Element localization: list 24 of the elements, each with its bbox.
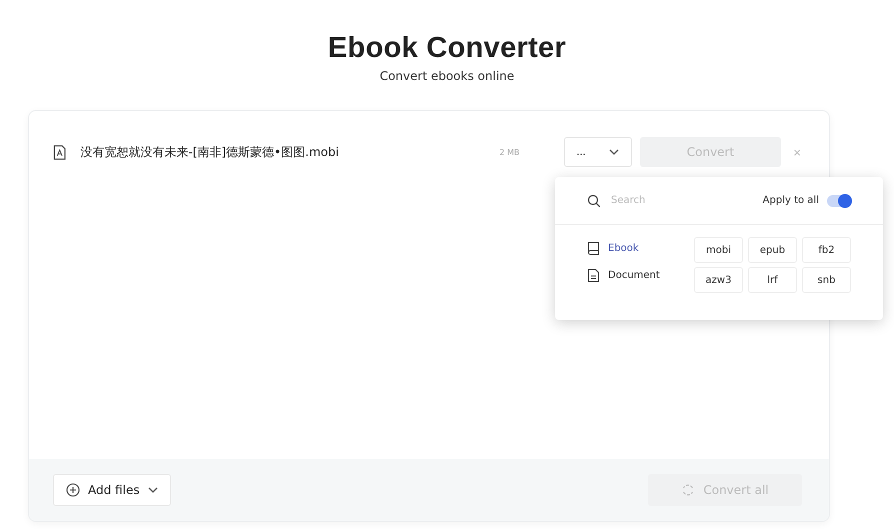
refresh-icon	[681, 483, 696, 497]
format-option[interactable]: azw3	[694, 267, 743, 293]
file-name: 没有宽恕就没有未来-[南非]德斯蒙德•图图.mobi	[80, 144, 340, 160]
apply-to-all-label: Apply to all	[762, 195, 819, 206]
book-icon	[587, 241, 600, 256]
page-subtitle: Convert ebooks online	[380, 69, 514, 83]
document-icon	[53, 144, 66, 160]
category-item[interactable]: Ebook	[587, 241, 694, 256]
plus-circle-icon	[66, 483, 80, 497]
chevron-down-icon	[608, 149, 619, 155]
file-size: 2 MB	[498, 148, 520, 156]
chevron-down-icon	[148, 487, 158, 493]
apply-to-all-toggle[interactable]	[827, 194, 851, 206]
format-option[interactable]: mobi	[694, 237, 743, 263]
page-title: Ebook Converter	[328, 32, 566, 65]
format-option[interactable]: fb2	[802, 237, 851, 263]
category-item[interactable]: Document	[587, 268, 694, 283]
format-option[interactable]: lrf	[748, 267, 797, 293]
document-icon	[587, 268, 600, 283]
format-option[interactable]: epub	[748, 237, 797, 263]
format-dropdown[interactable]: ...	[564, 137, 632, 167]
search-icon	[587, 194, 601, 208]
format-option[interactable]: snb	[802, 267, 851, 293]
add-files-button[interactable]: Add files	[53, 474, 171, 506]
